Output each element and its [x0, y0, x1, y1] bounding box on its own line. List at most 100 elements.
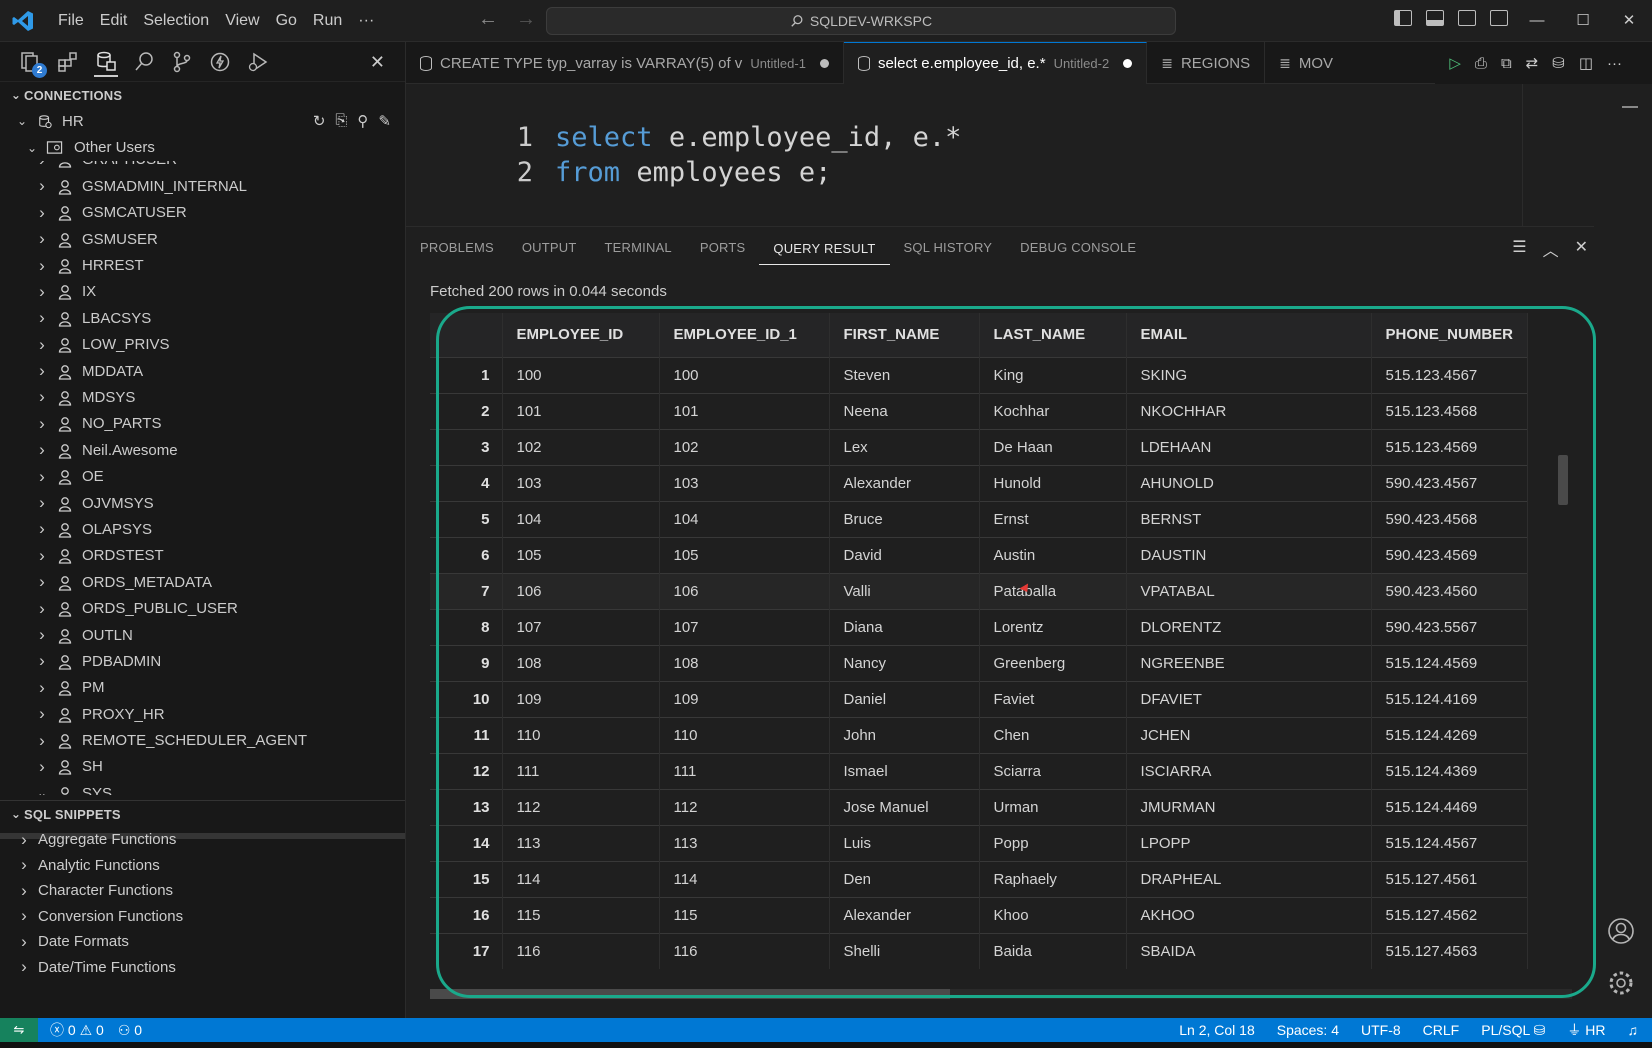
table-row[interactable]: 10 109 109 Daniel Faviet DFAVIET 515.124.4169	[430, 680, 1529, 717]
table-cell[interactable]: 515.124.4369	[1371, 752, 1529, 789]
table-cell[interactable]: JMURMAN	[1126, 788, 1372, 825]
sql-snippets-header[interactable]: ⌄ SQL SNIPPETS	[0, 801, 405, 827]
vscode-logo-icon[interactable]	[10, 9, 36, 33]
run-script-icon[interactable]: ⎙	[1475, 55, 1487, 72]
user-node[interactable]: › LOW_PRIVS	[0, 332, 405, 358]
toggle-sidebar-icon[interactable]	[1394, 10, 1412, 26]
table-row[interactable]: 2 101 101 Neena Kochhar NKOCHHAR 515.123.4568	[430, 392, 1529, 429]
table-cell[interactable]: 115	[502, 896, 660, 933]
table-cell[interactable]: Bruce	[829, 500, 980, 537]
table-cell[interactable]: 114	[659, 860, 830, 897]
notifications-icon[interactable]: ♫	[1628, 1022, 1639, 1038]
table-cell[interactable]: 107	[659, 608, 830, 645]
table-cell[interactable]: NKOCHHAR	[1126, 392, 1372, 429]
table-cell[interactable]: Baida	[979, 932, 1127, 969]
table-cell[interactable]: Alexander	[829, 464, 980, 501]
table-row[interactable]: 5 104 104 Bruce Ernst BERNST 590.423.4568	[430, 500, 1529, 537]
table-cell[interactable]: Nancy	[829, 644, 980, 681]
table-cell[interactable]: John	[829, 716, 980, 753]
table-cell[interactable]: 105	[502, 536, 660, 573]
user-node[interactable]: › MDSYS	[0, 384, 405, 410]
table-cell[interactable]: 112	[502, 788, 660, 825]
table-row[interactable]: 7 106 106 Valli Pataballa VPATABAL 590.423.456…	[430, 572, 1529, 609]
code-line-1[interactable]: 1 select e.employee_id, e.*	[406, 84, 962, 153]
table-row[interactable]: 4 103 103 Alexander Hunold AHUNOLD 590.423.456…	[430, 464, 1529, 501]
column-header[interactable]: EMAIL	[1126, 313, 1372, 357]
lightning-icon[interactable]	[208, 50, 232, 74]
table-row[interactable]: 1 100 100 Steven King SKING 515.123.4567	[430, 356, 1529, 393]
grid-vertical-scrollbar[interactable]	[1558, 455, 1568, 505]
panel-menu-icon[interactable]: ☰	[1512, 237, 1526, 261]
table-cell[interactable]: Kochhar	[979, 392, 1127, 429]
command-center[interactable]: SQLDEV-WRKSPC	[546, 7, 1176, 35]
table-cell[interactable]: 590.423.4567	[1371, 464, 1529, 501]
explain-plan-icon[interactable]: ⧉	[1501, 55, 1512, 72]
table-cell[interactable]: 101	[502, 392, 660, 429]
account-icon[interactable]	[1606, 916, 1636, 946]
column-header[interactable]: LAST_NAME	[979, 313, 1127, 357]
table-row[interactable]: 16 115 115 Alexander Khoo AKHOO 515.127.4562	[430, 896, 1529, 933]
code-editor[interactable]: 1 select e.employee_id, e.* 2 from employe…	[406, 84, 1652, 226]
table-cell[interactable]: NGREENBE	[1126, 644, 1372, 681]
menu-item[interactable]: File	[50, 0, 92, 42]
table-cell[interactable]: SKING	[1126, 356, 1372, 393]
table-cell[interactable]: 113	[502, 824, 660, 861]
user-node[interactable]: › OE	[0, 463, 405, 489]
table-cell[interactable]: DFAVIET	[1126, 680, 1372, 717]
table-cell[interactable]: 590.423.4560	[1371, 572, 1529, 609]
table-cell[interactable]: 101	[659, 392, 830, 429]
column-header[interactable]: PHONE_NUMBER	[1371, 313, 1529, 357]
user-node[interactable]: › GSMUSER	[0, 226, 405, 252]
panel-tab[interactable]: TERMINAL	[591, 227, 686, 269]
sql-developer-icon[interactable]	[94, 47, 118, 77]
table-cell[interactable]: Popp	[979, 824, 1127, 861]
table-cell[interactable]: Steven	[829, 356, 980, 393]
refresh-icon[interactable]: ↻	[313, 112, 326, 130]
table-cell[interactable]: 111	[659, 752, 830, 789]
line-ending[interactable]: CRLF	[1423, 1022, 1460, 1038]
user-node[interactable]: › LBACSYS	[0, 305, 405, 331]
user-node[interactable]: › ORDS_METADATA	[0, 569, 405, 595]
table-cell[interactable]: SBAIDA	[1126, 932, 1372, 969]
table-cell[interactable]: 109	[502, 680, 660, 717]
table-cell[interactable]: Daniel	[829, 680, 980, 717]
user-node[interactable]: › PDBADMIN	[0, 648, 405, 674]
panel-tab[interactable]: PROBLEMS	[406, 227, 508, 269]
tab-untitled-2[interactable]: select e.employee_id, e.* Untitled-2	[843, 42, 1148, 84]
user-node[interactable]: › ORDS_PUBLIC_USER	[0, 595, 405, 621]
maximize-panel-icon[interactable]: ︿	[1543, 237, 1559, 261]
editor-scroll-indicator[interactable]	[1622, 106, 1638, 108]
connection-status[interactable]: ⏚ HR	[1567, 1020, 1605, 1040]
table-cell[interactable]: DLORENTZ	[1126, 608, 1372, 645]
table-cell[interactable]: 100	[659, 356, 830, 393]
table-cell[interactable]: Valli	[829, 572, 980, 609]
table-cell[interactable]: AHUNOLD	[1126, 464, 1372, 501]
table-cell[interactable]: 100	[502, 356, 660, 393]
table-cell[interactable]: 112	[659, 788, 830, 825]
table-cell[interactable]: Ismael	[829, 752, 980, 789]
explorer-icon[interactable]: 2	[18, 50, 47, 78]
user-node[interactable]: › OUTLN	[0, 622, 405, 648]
user-node[interactable]: › OLAPSYS	[0, 516, 405, 542]
user-node[interactable]: › NO_PARTS	[0, 411, 405, 437]
table-cell[interactable]: ISCIARRA	[1126, 752, 1372, 789]
table-cell[interactable]: Neena	[829, 392, 980, 429]
column-header[interactable]: FIRST_NAME	[829, 313, 980, 357]
forward-arrow-icon[interactable]: →	[516, 8, 536, 31]
menu-item[interactable]: Selection	[135, 0, 217, 42]
panel-tab[interactable]: SQL HISTORY	[890, 227, 1007, 269]
table-cell[interactable]: 106	[659, 572, 830, 609]
run-debug-icon[interactable]	[246, 50, 270, 74]
table-cell[interactable]: DAUSTIN	[1126, 536, 1372, 573]
table-cell[interactable]: 110	[659, 716, 830, 753]
table-cell[interactable]: Chen	[979, 716, 1127, 753]
indentation[interactable]: Spaces: 4	[1277, 1022, 1339, 1038]
table-cell[interactable]: Khoo	[979, 896, 1127, 933]
user-node[interactable]: › Neil.Awesome	[0, 437, 405, 463]
new-file-icon[interactable]: ⎘	[335, 112, 347, 130]
close-sidebar-icon[interactable]: ✕	[370, 52, 385, 73]
table-row[interactable]: 8 107 107 Diana Lorentz DLORENTZ 590.423.5567	[430, 608, 1529, 645]
table-cell[interactable]: 515.123.4569	[1371, 428, 1529, 465]
table-cell[interactable]: 115	[659, 896, 830, 933]
table-row[interactable]: 11 110 110 John Chen JCHEN 515.124.4269	[430, 716, 1529, 753]
